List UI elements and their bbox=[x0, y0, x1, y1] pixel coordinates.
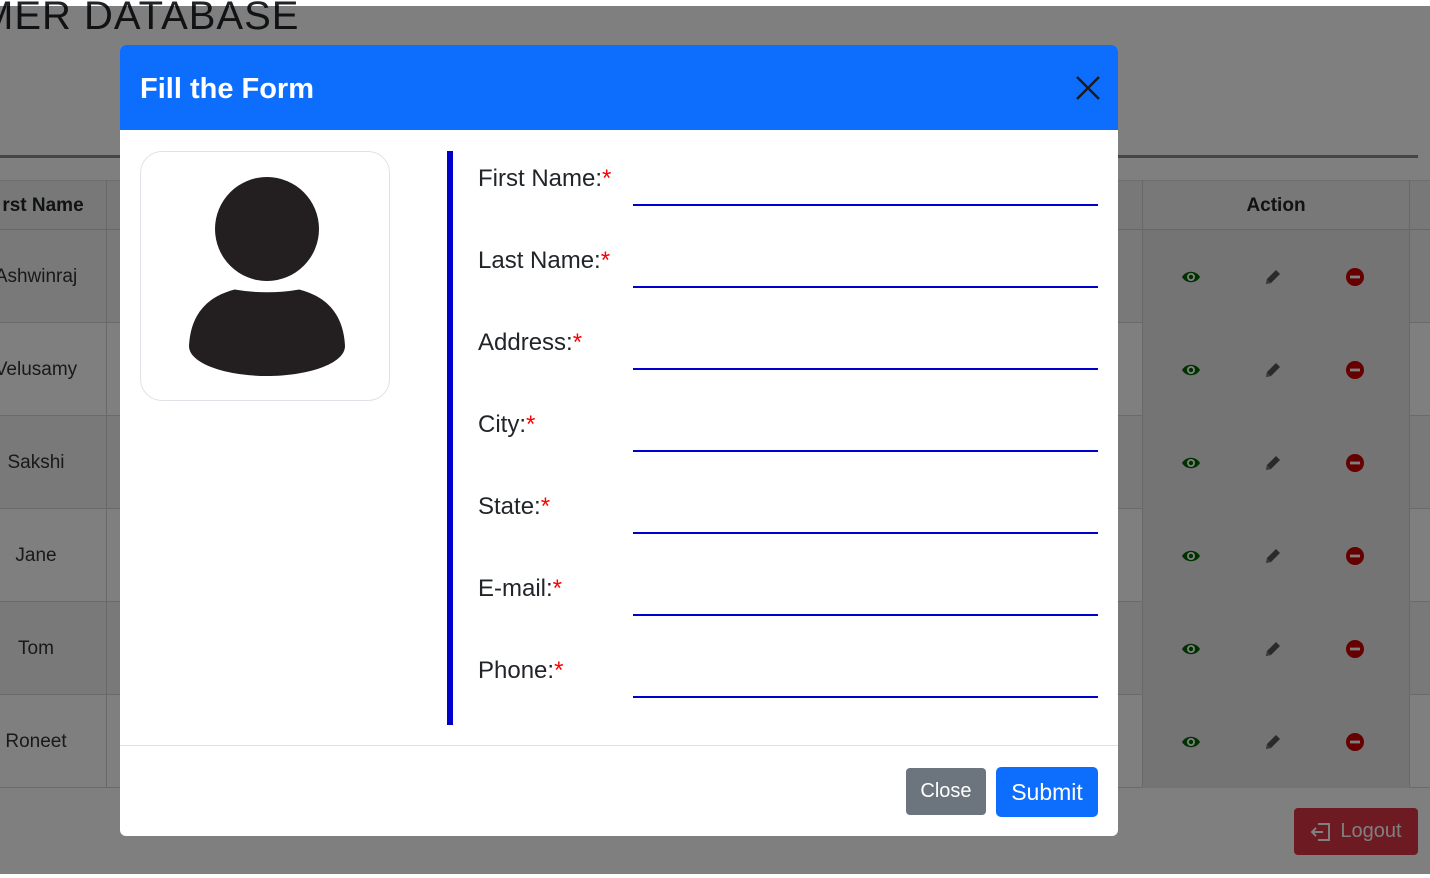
modal-header: Fill the Form bbox=[120, 45, 1118, 130]
phone-input[interactable] bbox=[633, 664, 1098, 698]
city-input[interactable] bbox=[633, 418, 1098, 452]
address-input[interactable] bbox=[633, 336, 1098, 370]
first-name-label-text: First Name: bbox=[478, 165, 603, 192]
form-accent-bar bbox=[447, 151, 453, 725]
last-name-input[interactable] bbox=[633, 254, 1098, 288]
first-name-label: First Name:* bbox=[478, 165, 611, 193]
address-label: Address:* bbox=[478, 329, 582, 357]
close-icon[interactable] bbox=[1075, 75, 1101, 101]
modal-title: Fill the Form bbox=[140, 73, 314, 105]
user-avatar-icon bbox=[189, 177, 345, 376]
avatar-frame bbox=[140, 151, 390, 401]
required-mark: * bbox=[540, 493, 551, 520]
form-modal: Fill the Form First Name:* Last Name:* A… bbox=[120, 45, 1118, 836]
city-label-text: City: bbox=[478, 411, 526, 438]
modal-footer: Close Submit bbox=[120, 745, 1118, 836]
first-name-input[interactable] bbox=[633, 172, 1098, 206]
phone-label-text: Phone: bbox=[478, 657, 555, 684]
required-mark: * bbox=[600, 247, 611, 274]
last-name-label-text: Last Name: bbox=[478, 247, 601, 274]
required-mark: * bbox=[526, 411, 536, 438]
phone-label: Phone:* bbox=[478, 657, 563, 685]
state-input[interactable] bbox=[633, 500, 1098, 534]
city-label: City:* bbox=[478, 411, 535, 439]
required-mark: * bbox=[552, 575, 563, 602]
close-button[interactable]: Close bbox=[906, 768, 986, 815]
email-label-text: E-mail: bbox=[478, 575, 553, 602]
email-label: E-mail:* bbox=[478, 575, 562, 603]
last-name-label: Last Name:* bbox=[478, 247, 610, 275]
email-input[interactable] bbox=[633, 582, 1098, 616]
required-mark: * bbox=[572, 329, 583, 356]
address-label-text: Address: bbox=[478, 329, 573, 356]
submit-button[interactable]: Submit bbox=[996, 767, 1098, 817]
required-mark: * bbox=[554, 657, 564, 684]
state-label-text: State: bbox=[478, 493, 541, 520]
state-label: State:* bbox=[478, 493, 550, 521]
required-mark: * bbox=[602, 165, 612, 192]
